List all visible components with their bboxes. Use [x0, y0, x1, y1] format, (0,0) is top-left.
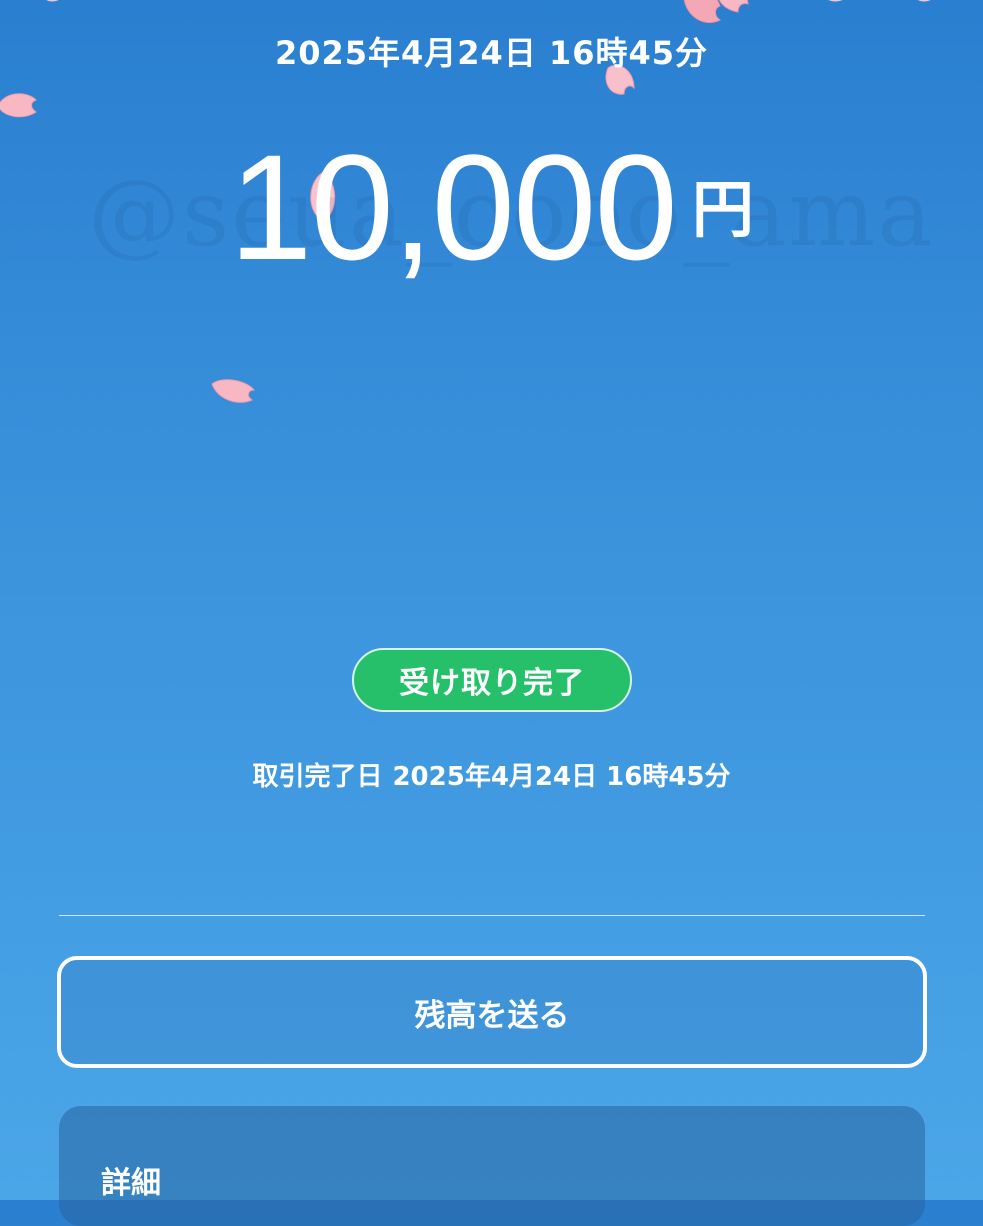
send-balance-button[interactable]: 残高を送る [57, 956, 927, 1068]
petal-icon [211, 379, 256, 403]
details-title: 詳細 [101, 1166, 161, 1201]
petal-icon [46, 0, 59, 2]
completed-date-value: 2025年4月24日 16時45分 [392, 762, 731, 792]
amount-value: 10,000 [229, 123, 678, 291]
transaction-datetime: 2025年4月24日 16時45分 [274, 34, 709, 72]
divider [59, 915, 925, 916]
details-card[interactable]: 詳細 [59, 1106, 925, 1226]
completed-date-line: 取引完了日 2025年4月24日 16時45分 [0, 756, 983, 793]
petal-icon [828, 0, 843, 2]
transaction-detail-screen: 2025年4月24日 16時45分 @seua_oooo_ama 10,000 … [0, 0, 983, 1226]
petal-icon [0, 93, 37, 118]
petal-icon [683, 0, 749, 23]
status-badge: 受け取り完了 [352, 648, 632, 712]
completed-date-label: 取引完了日 [252, 762, 383, 792]
amount-display: 10,000 円 [0, 132, 983, 282]
currency-label: 円 [691, 173, 754, 246]
petal-icon [917, 0, 931, 2]
